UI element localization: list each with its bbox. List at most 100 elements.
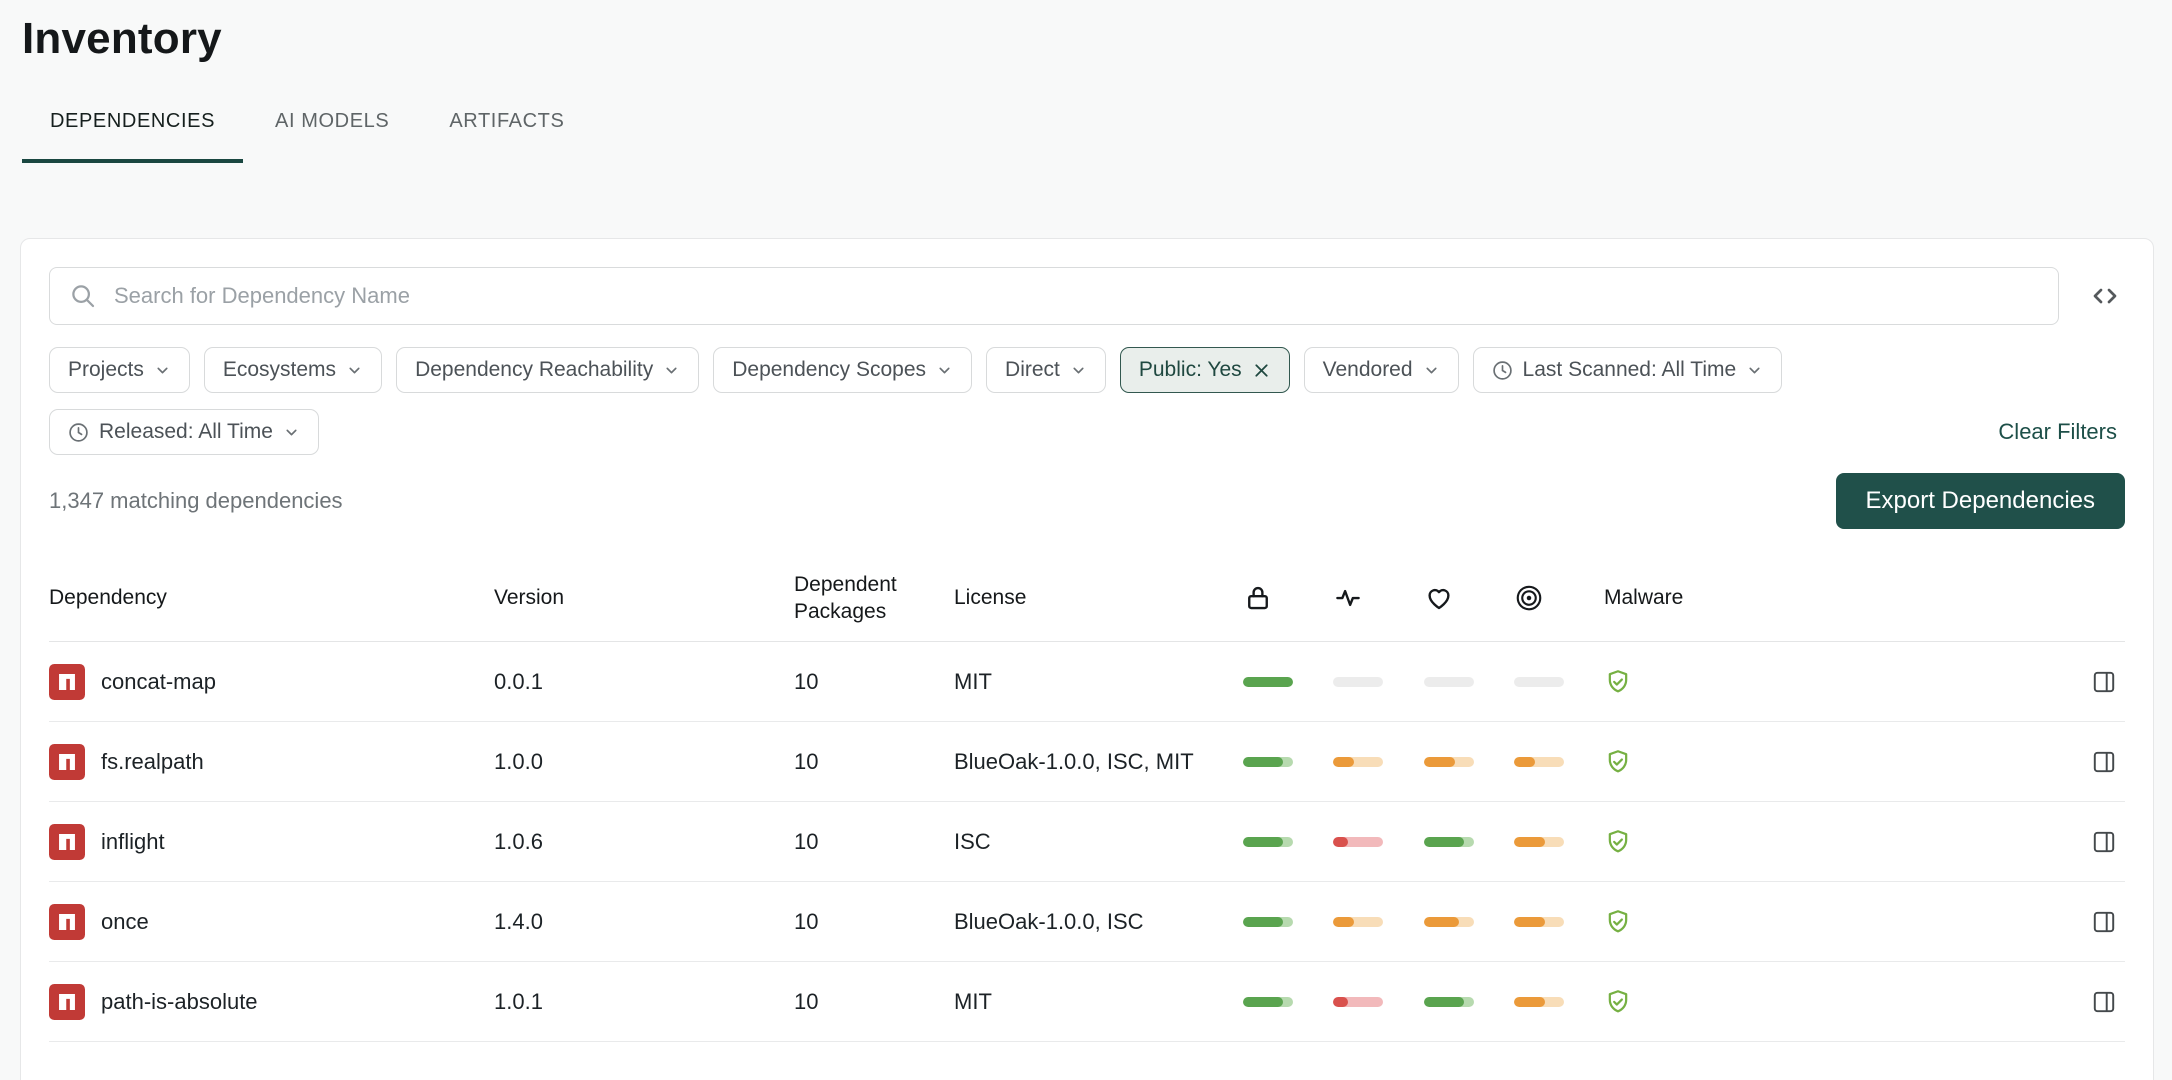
code-query-icon[interactable] — [2089, 280, 2121, 312]
search-icon — [68, 281, 98, 311]
score-cell-green — [1222, 996, 1313, 1007]
chevron-down-icon — [936, 362, 953, 379]
col-header-dependency: Dependency — [49, 586, 167, 610]
action-cell — [1744, 669, 2125, 695]
filter-chip-vendored[interactable]: Vendored — [1303, 347, 1459, 393]
score-bar — [1423, 676, 1474, 687]
dependency-name: path-is-absolute — [101, 988, 258, 1014]
tab-ai-models[interactable]: AI MODELS — [247, 110, 417, 163]
filter-chip-ecosystems[interactable]: Ecosystems — [203, 347, 383, 393]
version-cell: 1.4.0 — [494, 908, 543, 934]
tab-dependencies[interactable]: DEPENDENCIES — [22, 110, 244, 163]
malware-cell — [1584, 988, 1744, 1016]
score-bar — [1514, 916, 1564, 927]
version-cell: 1.0.0 — [494, 748, 543, 774]
dependent-packages-cell: 10 — [794, 828, 819, 854]
clock-icon — [68, 422, 89, 443]
score-cell-empty — [1313, 676, 1403, 687]
license-cell: MIT — [954, 988, 992, 1014]
dependent-packages-cell: 10 — [794, 988, 819, 1014]
malware-cell — [1584, 748, 1744, 776]
clear-filters-link[interactable]: Clear Filters — [1998, 419, 2117, 445]
table-row-concat-map[interactable]: concat-map 0.0.1 10 MIT — [49, 642, 2125, 722]
open-side-panel-icon[interactable] — [2091, 749, 2117, 775]
chevron-down-icon — [663, 362, 680, 379]
filter-chip-label: Direct — [1005, 358, 1060, 381]
score-bar — [1242, 756, 1293, 767]
table-row-inflight[interactable]: inflight 1.0.6 10 ISC — [49, 802, 2125, 882]
dependency-cell: inflight — [49, 823, 494, 860]
score-bar — [1333, 676, 1383, 687]
shield-check-icon — [1604, 908, 1632, 936]
dependencies-panel: Projects Ecosystems Dependency Reachabilit… — [20, 238, 2154, 1080]
shield-check-icon — [1604, 828, 1632, 856]
table-header: Dependency Version Dependent Packages Li… — [49, 555, 2125, 642]
page-title: Inventory — [22, 14, 222, 63]
export-dependencies-button[interactable]: Export Dependencies — [1835, 473, 2125, 529]
search-input[interactable] — [112, 282, 2040, 310]
dependency-name: concat-map — [101, 668, 216, 694]
shield-check-icon — [1604, 748, 1632, 776]
lock-icon — [1243, 583, 1273, 613]
filter-chip-dependency-scopes[interactable]: Dependency Scopes — [713, 347, 973, 393]
license-cell: BlueOak-1.0.0, ISC, MIT — [954, 748, 1194, 774]
version-cell: 1.0.1 — [494, 988, 543, 1014]
remove-filter-icon[interactable] — [1252, 361, 1271, 380]
filter-chip-label: Projects — [68, 358, 144, 381]
npm-icon — [49, 983, 85, 1020]
score-bar — [1514, 996, 1564, 1007]
dependency-name: inflight — [101, 828, 165, 854]
heart-icon — [1424, 583, 1454, 613]
action-cell — [1744, 909, 2125, 935]
open-side-panel-icon[interactable] — [2091, 829, 2117, 855]
chevron-down-icon — [1746, 362, 1763, 379]
filter-row-2: Released: All Time — [49, 409, 319, 455]
score-cell-green — [1403, 836, 1494, 847]
npm-icon — [49, 663, 85, 700]
open-side-panel-icon[interactable] — [2091, 909, 2117, 935]
score-cell-orange — [1494, 996, 1584, 1007]
score-bar — [1423, 756, 1474, 767]
version-cell: 1.0.6 — [494, 828, 543, 854]
filter-row-2-wrap: Released: All Time Clear Filters — [49, 409, 2125, 455]
table-row-fs-realpath[interactable]: fs.realpath 1.0.0 10 BlueOak-1.0.0, ISC, MI… — [49, 722, 2125, 802]
col-header-dependent-packages: Dependent Packages — [794, 572, 897, 623]
score-cell-orange — [1403, 916, 1494, 927]
col-header-malware: Malware — [1604, 586, 1684, 610]
score-bar — [1514, 756, 1564, 767]
action-cell — [1744, 989, 2125, 1015]
dependency-name: fs.realpath — [101, 748, 204, 774]
open-side-panel-icon[interactable] — [2091, 669, 2117, 695]
malware-cell — [1584, 908, 1744, 936]
chevron-down-icon — [346, 362, 363, 379]
filter-chip-label: Vendored — [1322, 358, 1413, 381]
npm-icon — [49, 903, 85, 940]
score-bar — [1242, 996, 1293, 1007]
filter-chip-direct[interactable]: Direct — [986, 347, 1106, 393]
tab-artifacts[interactable]: ARTIFACTS — [421, 110, 592, 163]
score-cell-orange — [1403, 756, 1494, 767]
filter-row-1: Projects Ecosystems Dependency Reachabilit… — [49, 347, 2125, 393]
malware-cell — [1584, 828, 1744, 856]
filter-chip-projects[interactable]: Projects — [49, 347, 190, 393]
score-bar — [1333, 756, 1383, 767]
col-header-supply-chain-security — [1222, 583, 1313, 613]
score-bar — [1514, 836, 1564, 847]
table-body: concat-map 0.0.1 10 MIT fs.realpath 1.0.0 10 Bl… — [49, 642, 2125, 1042]
filter-chip-dependency-reachability[interactable]: Dependency Reachability — [396, 347, 700, 393]
score-cell-empty — [1494, 676, 1584, 687]
score-bar — [1423, 996, 1474, 1007]
chevron-down-icon — [1423, 362, 1440, 379]
dependent-packages-cell: 10 — [794, 748, 819, 774]
score-bar — [1514, 676, 1564, 687]
filter-chip-last-scanned-all-time[interactable]: Last Scanned: All Time — [1472, 347, 1783, 393]
table-row-path-is-absolute[interactable]: path-is-absolute 1.0.1 10 MIT — [49, 962, 2125, 1042]
open-side-panel-icon[interactable] — [2091, 989, 2117, 1015]
score-bar — [1242, 676, 1293, 687]
score-bar — [1333, 836, 1383, 847]
table-row-once[interactable]: once 1.4.0 10 BlueOak-1.0.0, ISC — [49, 882, 2125, 962]
filter-chip-released-all-time[interactable]: Released: All Time — [49, 409, 319, 455]
filter-chip-public-yes[interactable]: Public: Yes — [1119, 347, 1290, 393]
dependency-cell: once — [49, 903, 494, 940]
license-cell: ISC — [954, 828, 991, 854]
